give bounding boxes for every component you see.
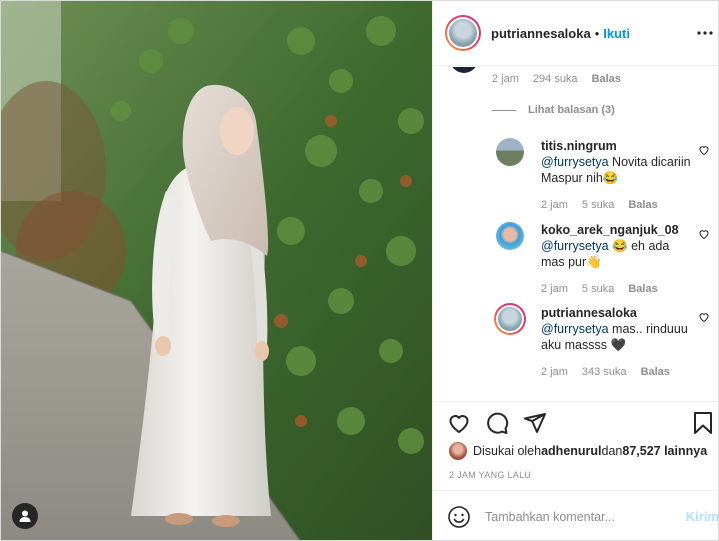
bookmark-icon[interactable] [691,411,715,435]
view-replies-label: Lihat balasan (3) [528,104,615,116]
reply-username[interactable]: putriannesaloka [541,305,691,321]
liker-username[interactable]: adhenurul [541,444,601,458]
reply-button[interactable]: Balas [592,73,621,85]
post-photo[interactable] [1,1,432,540]
avatar-image [498,307,522,331]
comment-icon[interactable] [485,411,509,435]
avatar-ring-inner [447,17,479,49]
avatar-ring-inner [496,305,524,333]
parent-comment-meta: 2 jam 294 suka Balas [492,73,621,85]
reply-text: putriannesaloka @furrysetya mas.. rinduu… [541,305,691,353]
likes-middle: dan [601,444,623,458]
reply-avatar[interactable] [496,138,524,166]
add-comment-bar: Kirim [433,490,718,540]
heart-icon[interactable] [698,228,710,240]
avatar-image [449,19,477,47]
author-avatar[interactable] [445,15,481,51]
reply-button[interactable]: Balas [628,283,657,295]
action-row [447,411,547,435]
comment-time: 2 jam [492,73,519,85]
reply-avatar[interactable] [494,303,526,335]
reply-username[interactable]: titis.ningrum [541,138,691,154]
post-header: putriannesaloka • Ikuti [433,1,718,66]
reply-likes[interactable]: 5 suka [582,199,614,211]
reply-item: koko_arek_nganjuk_08 @furrysetya 😂 eh ad… [496,222,716,295]
reply-button[interactable]: Balas [641,366,670,378]
more-horizontal-icon[interactable] [695,23,715,43]
follow-button[interactable]: Ikuti [603,26,630,41]
post-timestamp[interactable]: 2 JAM YANG LALU [449,470,531,480]
likes-count[interactable]: 87,527 lainnya [622,444,707,458]
author-username[interactable]: putriannesaloka [491,26,591,41]
reply-mention[interactable]: @furrysetya [541,239,609,253]
reply-mention[interactable]: @furrysetya [541,155,609,169]
heart-icon[interactable] [447,411,471,435]
reply-likes[interactable]: 343 suka [582,366,627,378]
reply-time: 2 jam [541,283,568,295]
likes-summary: Disukai oleh adhenurul dan 87,527 lainny… [449,442,707,460]
view-replies-line [492,109,516,111]
reply-text: koko_arek_nganjuk_08 @furrysetya 😂 eh ad… [541,222,691,270]
reply-item: putriannesaloka @furrysetya mas.. rinduu… [494,303,716,380]
share-icon[interactable] [523,411,547,435]
reply-meta: 2 jam 343 suka Balas [541,366,670,378]
reply-text: titis.ningrum @furrysetya Novita dicarii… [541,138,691,186]
tagged-user-button[interactable] [12,503,38,529]
reply-meta: 2 jam 5 suka Balas [541,283,658,295]
emoji-icon[interactable] [447,505,471,529]
reply-button[interactable]: Balas [628,199,657,211]
reply-likes[interactable]: 5 suka [582,283,614,295]
parent-comment-avatar[interactable] [450,67,478,73]
comment-likes[interactable]: 294 suka [533,73,578,85]
comments-list[interactable]: 2 jam 294 suka Balas Lihat balasan (3) t… [433,67,718,400]
post-actions: Disukai oleh adhenurul dan 87,527 lainny… [433,401,718,489]
view-replies-button[interactable]: Lihat balasan (3) [492,104,615,116]
comment-input[interactable] [485,509,665,524]
reply-avatar[interactable] [496,222,524,250]
heart-icon[interactable] [698,144,710,156]
reply-item: titis.ningrum @furrysetya Novita dicarii… [496,138,716,211]
reply-meta: 2 jam 5 suka Balas [541,199,658,211]
reply-time: 2 jam [541,366,568,378]
likes-prefix: Disukai oleh [473,444,542,458]
reply-username[interactable]: koko_arek_nganjuk_08 [541,222,691,238]
liker-avatar[interactable] [449,442,467,460]
header-separator: • [594,25,600,41]
user-icon [19,510,31,522]
post-photo-illustration [1,1,432,540]
reply-mention[interactable]: @furrysetya [541,322,609,336]
post-side-panel: putriannesaloka • Ikuti 2 jam 294 suka B… [432,1,718,540]
post-comment-button[interactable]: Kirim [686,509,718,524]
reply-time: 2 jam [541,199,568,211]
heart-icon[interactable] [698,311,710,323]
instagram-post-view: putriannesaloka • Ikuti 2 jam 294 suka B… [0,0,719,541]
